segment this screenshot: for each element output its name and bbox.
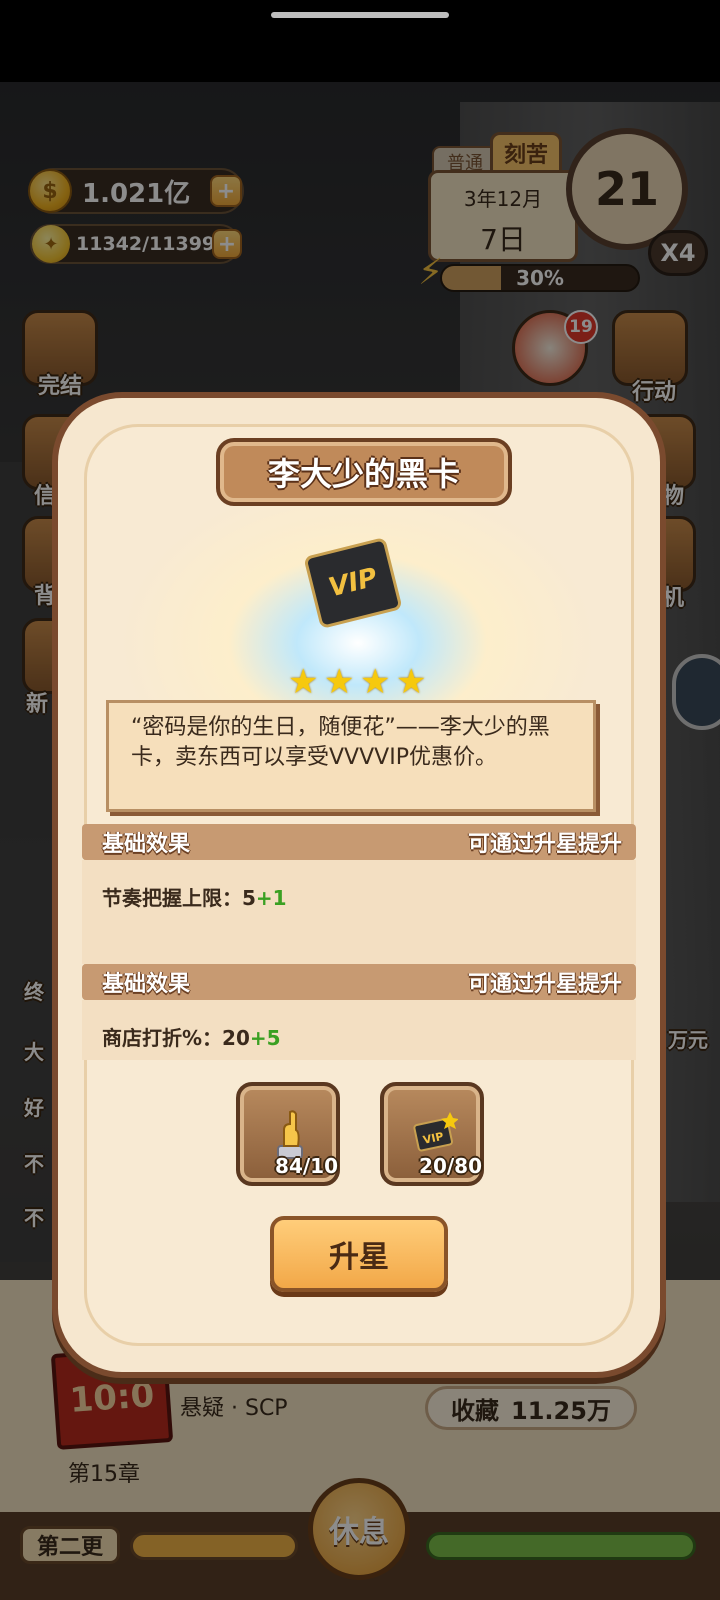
hand-statue-icon [277,1110,303,1159]
vip-card-icon: VIP [413,1112,458,1152]
star-icon: ★ [324,662,355,702]
effect-line-2: 商店打折%：20+5 [102,1022,281,1051]
item-title: 李大少的黑卡 [216,438,512,506]
material-slot-1[interactable]: 84/10 [236,1082,340,1186]
material-count-1: 84/10 [275,1154,338,1178]
effect-header-2: 基础效果 可通过升星提升 [82,964,636,1000]
effect-hint-2: 可通过升星提升 [467,972,622,997]
material-count-2: 20/80 [419,1154,482,1178]
effect-title-1: 基础效果 [102,832,191,857]
effect-label-2: 商店打折%： [102,1026,223,1050]
upgrade-star-button[interactable]: 升星 [270,1216,448,1292]
effect-line-1: 节奏把握上限：5+1 [102,882,287,911]
item-detail-modal: 李大少的黑卡 VIP ★ ★ ★ ★ “密码是你的生日，随便花”——李大少的黑卡，卖东… [52,392,666,1378]
effect-base-2: 20 [222,1026,250,1050]
effect-title-2: 基础效果 [102,972,191,997]
effect-base-1: 5 [242,886,256,910]
gesture-pill [271,12,449,18]
star-icon: ★ [360,662,391,702]
star-icon: ★ [396,662,427,702]
item-description: “密码是你的生日，随便花”——李大少的黑卡，卖东西可以享受VVVVIP优惠价。 [106,700,596,812]
material-slot-2[interactable]: VIP 20/80 [380,1082,484,1186]
effect-bonus-2: +5 [249,1026,281,1050]
star-icon: ★ [288,662,319,702]
effect-header-1: 基础效果 可通过升星提升 [82,824,636,860]
effect-body-1 [82,860,636,964]
effect-bonus-1: +1 [255,886,287,910]
system-status-bar [0,0,720,82]
effect-label-1: 节奏把握上限： [102,886,242,910]
star-rating: ★ ★ ★ ★ [288,662,428,702]
effect-hint-1: 可通过升星提升 [467,832,622,857]
vip-card-text: VIP [325,562,381,604]
